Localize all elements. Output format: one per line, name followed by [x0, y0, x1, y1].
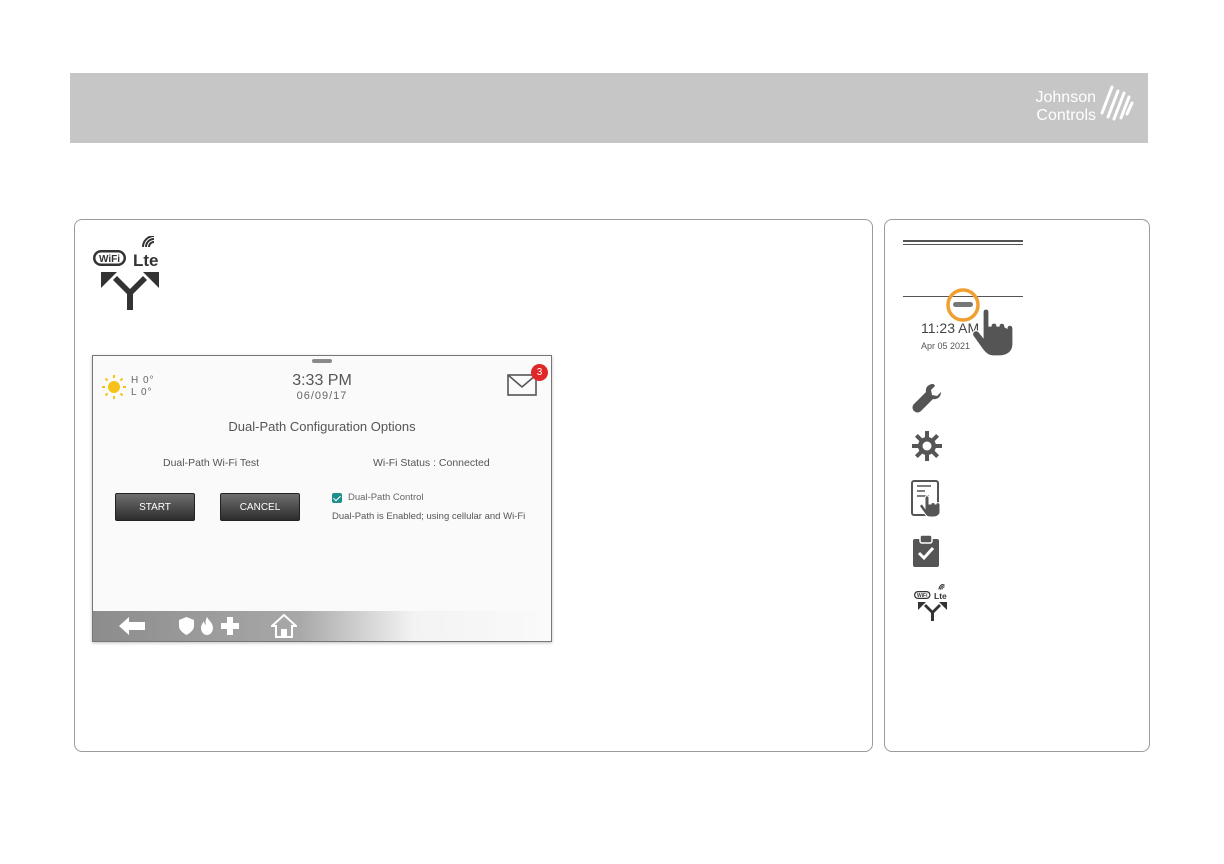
device-screen: H 0° L 0° 3:33 PM 06/09/17 3 Dual-Path C…: [92, 355, 552, 642]
device-time: 3:33 PM: [292, 372, 352, 389]
device-clock: 3:33 PM 06/09/17: [93, 372, 551, 403]
johnson-controls-logo: Johnson Controls: [1016, 83, 1134, 135]
lte-text: Lte: [934, 591, 947, 601]
bottom-nav-bar: [93, 611, 551, 641]
device-date: 06/09/17: [296, 390, 348, 402]
clipboard-check-icon: [913, 534, 939, 567]
gear-icon: [912, 431, 942, 461]
divider-line: [903, 240, 1023, 242]
main-panel: WiFi Lte H 0° L 0° 3:33 PM 06/09/17 3 Du…: [74, 219, 873, 752]
screen-title: Dual-Path Configuration Options: [228, 419, 416, 434]
medical-cross-icon[interactable]: [221, 617, 239, 635]
logo-line-2: Controls: [1036, 107, 1096, 124]
side-panel: 11:23 AM Apr 05 2021 WiFi Lte: [884, 219, 1150, 752]
wifi-text: WiFi: [917, 593, 928, 599]
logo-line-1: Johnson: [1035, 89, 1097, 106]
fire-icon[interactable]: [200, 617, 214, 635]
wifi-lte-icon: WiFi Lte: [914, 584, 947, 621]
logo-text: Johnson Controls: [1016, 89, 1097, 125]
shield-icon[interactable]: [179, 617, 194, 635]
wifi-text: WiFi: [99, 254, 120, 265]
pull-down-gesture-icon: [946, 288, 1014, 357]
dual-path-control-label: Dual-Path Control: [348, 492, 424, 503]
divider-line: [903, 244, 1023, 245]
back-arrow-icon[interactable]: [119, 617, 145, 635]
wifi-status-label: Wi-Fi Status : Connected: [373, 457, 490, 469]
logo-mark-icon: [1100, 85, 1134, 121]
lte-text: Lte: [133, 251, 159, 270]
wrench-icon: [912, 384, 941, 413]
home-icon[interactable]: [271, 614, 297, 638]
mail-count-badge: 3: [531, 364, 548, 381]
touch-panel-icon: [911, 480, 941, 518]
start-button[interactable]: START: [115, 493, 195, 521]
wifi-lte-icon: WiFi Lte: [93, 236, 159, 310]
dual-path-control-checkbox[interactable]: [332, 493, 342, 503]
cancel-button[interactable]: CANCEL: [220, 493, 300, 521]
wifi-test-label: Dual-Path Wi-Fi Test: [163, 457, 260, 469]
pull-down-handle[interactable]: [312, 359, 332, 363]
dual-path-description: Dual-Path is Enabled; using cellular and…: [332, 511, 526, 522]
header-banner: Johnson Controls: [70, 73, 1148, 143]
